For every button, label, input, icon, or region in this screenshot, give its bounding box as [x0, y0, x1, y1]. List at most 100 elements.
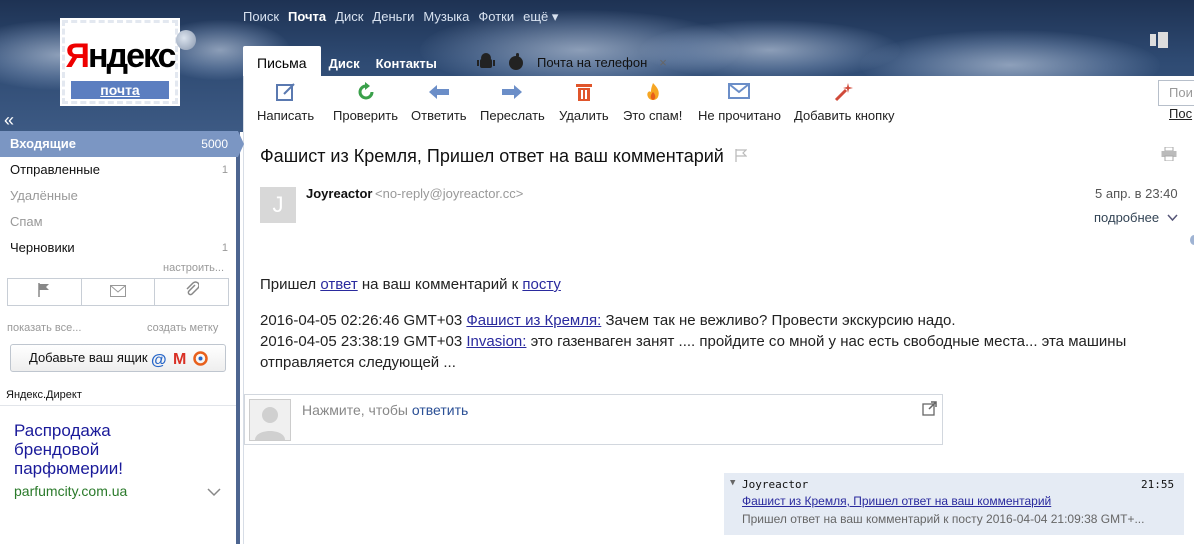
- folder-deleted[interactable]: Удалённые: [0, 183, 238, 209]
- forward-icon: [480, 82, 545, 104]
- thread-subject-link[interactable]: Фашист из Кремля, Пришел ответ на ваш ко…: [742, 494, 1051, 508]
- delete-button[interactable]: Удалить: [559, 82, 609, 123]
- folder-inbox[interactable]: Входящие 5000: [0, 131, 238, 157]
- user-avatar: [249, 399, 291, 441]
- compose-icon: [257, 82, 314, 104]
- paperclip-icon: [186, 281, 200, 296]
- add-button-button[interactable]: Добавить кнопку: [794, 82, 895, 123]
- ad-url[interactable]: parfumcity.com.ua: [14, 483, 127, 499]
- service-tabs: Письма Диск Контакты: [243, 46, 437, 76]
- print-icon[interactable]: [1161, 147, 1177, 161]
- scroll-marker[interactable]: [1190, 235, 1194, 245]
- envelope-icon: [110, 285, 126, 297]
- reply-button[interactable]: Ответить: [411, 82, 467, 123]
- android-icon[interactable]: [477, 53, 495, 71]
- chevron-down-icon: [1167, 214, 1178, 222]
- panel-icon[interactable]: [1150, 32, 1170, 48]
- post-link[interactable]: посту: [522, 276, 561, 293]
- forward-button[interactable]: Переслать: [480, 82, 545, 123]
- show-all-labels-link[interactable]: показать все...: [7, 322, 81, 334]
- search-input[interactable]: Пои: [1158, 80, 1194, 106]
- quick-reply-prompt: Нажмите, чтобы ответить: [302, 402, 468, 418]
- sender-email: <no-reply@joyreactor.cc>: [375, 186, 524, 201]
- folder-label: Удалённые: [10, 188, 78, 203]
- magic-wand-icon: [794, 82, 895, 104]
- yandex-direct-label[interactable]: Яндекс.Директ: [6, 389, 82, 401]
- comment-time: 2016-04-05 02:26:46 GMT+03: [260, 312, 467, 329]
- user-silhouette-icon: [255, 407, 285, 440]
- message-subject-text: Фашист из Кремля, Пришел ответ на ваш ко…: [260, 146, 724, 166]
- chevron-down-icon[interactable]: [207, 488, 221, 497]
- reply-prompt-link[interactable]: ответить: [412, 402, 468, 418]
- topnav-search[interactable]: Поиск: [243, 9, 279, 25]
- folder-count: 5000: [201, 137, 228, 151]
- at-icon: @: [151, 352, 167, 369]
- topnav-money[interactable]: Деньги: [372, 9, 414, 25]
- topnav-disk[interactable]: Диск: [335, 9, 363, 25]
- topnav-photos[interactable]: Фотки: [478, 9, 514, 25]
- comment-1: 2016-04-05 02:26:46 GMT+03 Фашист из Кре…: [260, 310, 1180, 331]
- details-toggle[interactable]: подробнее: [1094, 210, 1178, 225]
- apple-icon[interactable]: [507, 53, 525, 71]
- thread-snippet: Пришел ответ на ваш комментарий к посту …: [742, 512, 1145, 526]
- topnav-more[interactable]: ещё ▾: [523, 9, 558, 25]
- comment-2: 2016-04-05 23:38:19 GMT+03 Invasion: это…: [260, 331, 1180, 373]
- body-line-1: Пришел ответ на ваш комментарий к посту: [260, 274, 1180, 295]
- collapse-icon[interactable]: «: [4, 110, 14, 131]
- mail-on-phone-promo[interactable]: Почта на телефон ×: [477, 53, 667, 71]
- compose-label: Написать: [257, 108, 315, 123]
- add-mailbox-button[interactable]: Добавьте ваш ящик @ M: [10, 344, 226, 372]
- unread-filter-button[interactable]: [82, 279, 156, 305]
- message-body: Пришел ответ на ваш комментарий к посту …: [260, 274, 1180, 373]
- ad-title[interactable]: Распродажа брендовой парфюмерии!: [14, 421, 154, 478]
- compose-button[interactable]: Написать: [257, 82, 314, 123]
- close-icon[interactable]: ×: [659, 55, 667, 70]
- tab-contacts[interactable]: Контакты: [376, 46, 437, 76]
- folder-count: 1: [221, 164, 228, 176]
- thread-sender: Joyreactor: [742, 478, 809, 491]
- topnav-mail[interactable]: Почта: [288, 9, 326, 25]
- active-folder-arrow: [238, 131, 244, 157]
- comment-author-link[interactable]: Фашист из Кремля:: [466, 312, 601, 329]
- flag-icon[interactable]: [735, 149, 748, 162]
- mark-unread-button[interactable]: Не прочитано: [698, 82, 781, 123]
- logo-service-label[interactable]: почта: [71, 81, 169, 99]
- mail-on-phone-link[interactable]: Почта на телефон: [537, 55, 647, 70]
- create-label-link[interactable]: создать метку: [147, 322, 218, 334]
- setup-folders-link[interactable]: настроить...: [163, 262, 224, 274]
- top-navigation: Поиск Почта Диск Деньги Музыка Фотки ещё…: [243, 9, 567, 25]
- folder-sent[interactable]: Отправленные 1: [0, 157, 238, 183]
- fire-icon: [623, 82, 682, 104]
- reply-label: Ответить: [411, 108, 467, 123]
- comment-text: Зачем так не вежливо? Провести экскурсию…: [601, 312, 956, 329]
- tab-letters[interactable]: Письма: [243, 46, 321, 76]
- gmail-icon: M: [173, 351, 187, 368]
- flag-filter-button[interactable]: [8, 279, 82, 305]
- sender-avatar[interactable]: J: [260, 187, 296, 223]
- logo-rest: ндекс: [87, 37, 177, 75]
- cloud-decoration: [640, 20, 900, 80]
- search-link[interactable]: Пос: [1169, 106, 1192, 121]
- envelope-icon: [698, 82, 781, 104]
- refresh-button[interactable]: Проверить: [333, 82, 398, 123]
- topnav-music[interactable]: Музыка: [423, 9, 469, 25]
- folder-label: Отправленные: [10, 162, 100, 177]
- details-label: подробнее: [1094, 210, 1160, 225]
- thread-time: 21:55: [1141, 478, 1175, 491]
- add-mailbox-label: Добавьте ваш ящик: [29, 350, 148, 365]
- sender-name[interactable]: Joyreactor: [306, 186, 372, 201]
- attachment-filter-button[interactable]: [155, 279, 228, 305]
- comment-author-link[interactable]: Invasion:: [466, 333, 526, 350]
- yandex-mail-logo[interactable]: Яндекс почта: [60, 18, 180, 106]
- spam-button[interactable]: Это спам!: [623, 82, 682, 123]
- folder-spam[interactable]: Спам: [0, 209, 238, 235]
- reply-link[interactable]: ответ: [320, 276, 357, 293]
- thread-item[interactable]: ▼ Joyreactor 21:55 Фашист из Кремля, При…: [724, 473, 1184, 535]
- quick-reply-box[interactable]: Нажмите, чтобы ответить: [244, 394, 943, 445]
- expand-icon[interactable]: [922, 401, 937, 416]
- message-date: 5 апр. в 23:40: [1095, 186, 1178, 201]
- body-text: на ваш комментарий к: [357, 276, 523, 293]
- mailru-icon: [193, 351, 208, 366]
- folder-drafts[interactable]: Черновики 1: [0, 235, 238, 261]
- tab-disk[interactable]: Диск: [329, 46, 360, 76]
